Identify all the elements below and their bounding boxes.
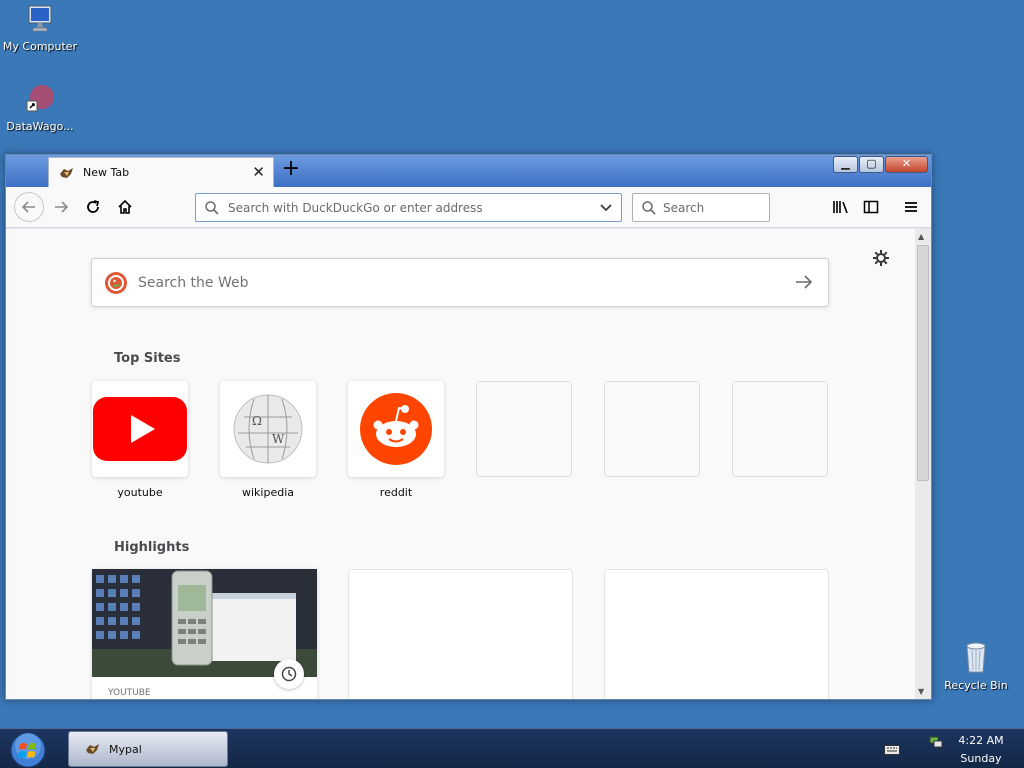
url-bar[interactable]: Search with DuckDuckGo or enter address bbox=[195, 193, 622, 222]
new-tab-button[interactable]: + bbox=[280, 158, 302, 181]
computer-icon bbox=[0, 3, 80, 38]
mypal-icon bbox=[86, 744, 99, 754]
tab-new-tab[interactable]: New Tab ✕ bbox=[48, 157, 274, 187]
library-button[interactable] bbox=[828, 194, 854, 220]
tab-title: New Tab bbox=[83, 166, 130, 179]
browser-window: New Tab ✕ + ▁ ▢ ✕ Search with DuckDuckGo… bbox=[5, 154, 932, 700]
highlight-empty-slot bbox=[348, 569, 573, 699]
windows-orb-icon bbox=[10, 732, 46, 768]
highlight-source: YOUTUBE bbox=[108, 688, 151, 698]
vertical-scrollbar[interactable]: ▲ ▼ bbox=[915, 229, 931, 699]
recycle-bin-icon bbox=[936, 640, 1016, 677]
scroll-down-icon[interactable]: ▼ bbox=[918, 687, 924, 696]
search-icon bbox=[205, 200, 219, 215]
search-placeholder: Search bbox=[663, 200, 705, 215]
taskbar: Mypal 4:22 AM Sunday bbox=[0, 728, 1024, 768]
top-site-empty-slot[interactable] bbox=[732, 381, 828, 477]
svg-text:Ω: Ω bbox=[252, 414, 262, 428]
home-icon bbox=[118, 199, 132, 214]
highlight-card[interactable]: YOUTUBE bbox=[92, 569, 317, 699]
back-arrow-icon bbox=[21, 201, 35, 213]
title-bar[interactable]: New Tab ✕ + ▁ ▢ ✕ bbox=[6, 155, 931, 187]
desktop-icon-label: DataWago... bbox=[6, 120, 74, 133]
network-icon[interactable] bbox=[928, 734, 944, 754]
scroll-up-icon[interactable]: ▲ bbox=[918, 232, 924, 241]
settings-gear-icon[interactable] bbox=[872, 249, 890, 271]
menu-button[interactable] bbox=[898, 194, 924, 220]
top-site-label: wikipedia bbox=[241, 486, 294, 499]
home-button[interactable] bbox=[112, 194, 138, 220]
duckduckgo-icon bbox=[105, 271, 127, 294]
reddit-logo-icon bbox=[360, 393, 432, 465]
back-button[interactable] bbox=[14, 192, 44, 222]
highlights-heading: Highlights bbox=[114, 540, 190, 555]
new-tab-page: Search the Web Top Sites youtube Ω W wik… bbox=[6, 229, 915, 699]
search-icon bbox=[642, 200, 656, 215]
web-search-placeholder: Search the Web bbox=[138, 274, 249, 291]
highlight-empty-slot bbox=[604, 569, 829, 699]
mypal-icon bbox=[60, 167, 73, 178]
start-button[interactable] bbox=[8, 731, 48, 768]
forward-arrow-icon bbox=[55, 201, 69, 213]
search-bar[interactable]: Search bbox=[632, 193, 770, 222]
top-site-wikipedia[interactable]: Ω W bbox=[220, 381, 316, 477]
taskbar-item-mypal[interactable]: Mypal bbox=[68, 731, 228, 767]
library-icon bbox=[833, 201, 848, 214]
forward-button[interactable] bbox=[48, 194, 74, 220]
web-search-box[interactable]: Search the Web bbox=[91, 258, 829, 307]
desktop-icon-my-computer[interactable]: My Computer bbox=[0, 3, 80, 53]
desktop-icon-label: Recycle Bin bbox=[944, 679, 1008, 692]
close-button[interactable]: ✕ bbox=[885, 156, 928, 173]
minimize-button[interactable]: ▁ bbox=[833, 156, 858, 173]
sidebar-icon bbox=[863, 200, 879, 214]
top-site-reddit[interactable] bbox=[348, 381, 444, 477]
navigation-toolbar: Search with DuckDuckGo or enter address … bbox=[6, 187, 931, 228]
svg-text:W: W bbox=[272, 432, 285, 446]
scroll-thumb[interactable] bbox=[917, 245, 929, 481]
top-site-youtube[interactable] bbox=[92, 381, 188, 477]
desktop-icon-label: My Computer bbox=[2, 40, 78, 53]
top-site-label: youtube bbox=[117, 486, 163, 499]
system-clock[interactable]: 4:22 AM Sunday bbox=[950, 732, 1012, 768]
desktop-icon-datawagon[interactable]: DataWago... bbox=[0, 83, 80, 133]
datawagon-shortcut-icon bbox=[0, 83, 80, 118]
youtube-logo-icon bbox=[93, 397, 187, 461]
tab-close-icon[interactable]: ✕ bbox=[252, 164, 265, 180]
top-site-label: reddit bbox=[379, 486, 413, 499]
arrow-right-icon[interactable] bbox=[794, 272, 814, 292]
reload-icon bbox=[87, 200, 100, 213]
top-site-empty-slot[interactable] bbox=[476, 381, 572, 477]
desktop-icon-recycle-bin[interactable]: Recycle Bin bbox=[936, 640, 1016, 692]
maximize-button[interactable]: ▢ bbox=[859, 156, 884, 173]
reload-button[interactable] bbox=[80, 194, 106, 220]
taskbar-item-label: Mypal bbox=[109, 742, 142, 756]
hamburger-menu-icon bbox=[905, 202, 917, 212]
top-site-empty-slot[interactable] bbox=[604, 381, 700, 477]
clock-day: Sunday bbox=[960, 752, 1002, 765]
sidebar-button[interactable] bbox=[858, 194, 884, 220]
clock-time: 4:22 AM bbox=[958, 734, 1004, 747]
wikipedia-globe-icon: Ω W bbox=[233, 394, 303, 464]
keyboard-icon[interactable] bbox=[884, 741, 900, 760]
chevron-down-icon[interactable] bbox=[599, 200, 613, 214]
window-controls: ▁ ▢ ✕ bbox=[833, 156, 928, 174]
clock-icon bbox=[274, 659, 304, 689]
top-sites-heading: Top Sites bbox=[114, 351, 181, 366]
url-placeholder: Search with DuckDuckGo or enter address bbox=[228, 200, 483, 215]
